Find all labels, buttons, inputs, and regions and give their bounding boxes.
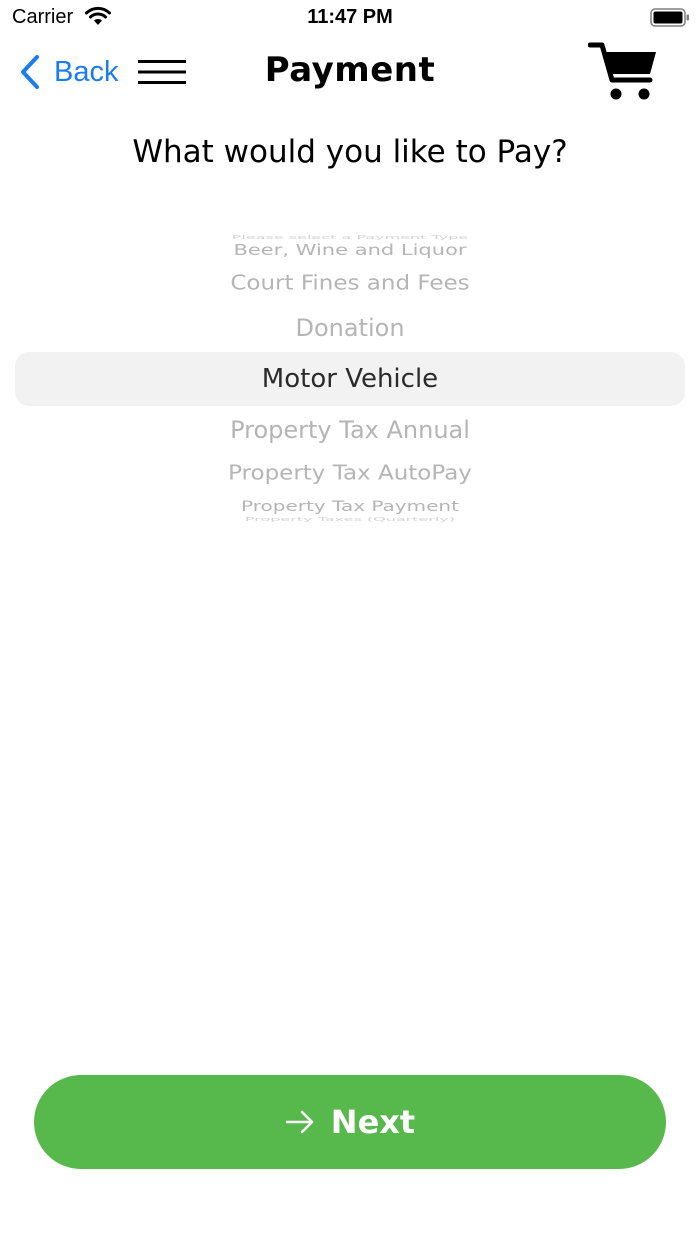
picker-option-selected[interactable]: Motor Vehicle [0, 364, 700, 394]
arrow-right-icon [285, 1110, 314, 1134]
next-button-label: Next [330, 1103, 416, 1141]
status-bar: Carrier 11:47 PM [0, 0, 700, 36]
picker-option[interactable]: Property Tax AutoPay [0, 461, 700, 484]
navigation-bar: Back Payment [0, 36, 700, 108]
picker-option[interactable]: Property Tax Annual [0, 416, 700, 444]
next-button[interactable]: Next [34, 1075, 666, 1169]
payment-type-picker[interactable]: Please select a Payment Type Beer, Wine … [0, 224, 700, 528]
picker-option[interactable]: Beer, Wine and Liquor [0, 241, 700, 258]
picker-option[interactable]: Please select a Payment Type [0, 235, 700, 241]
payment-question: What would you like to Pay? [132, 134, 568, 170]
status-time: 11:47 PM [307, 6, 393, 28]
picker-option[interactable]: Donation [0, 314, 700, 342]
picker-option[interactable]: Property Taxes (Quarterly) [0, 517, 700, 523]
cart-icon[interactable] [588, 40, 660, 102]
battery-icon [650, 8, 689, 27]
picker-option[interactable]: Property Tax Payment [0, 497, 700, 514]
picker-option[interactable]: Court Fines and Fees [0, 271, 700, 294]
